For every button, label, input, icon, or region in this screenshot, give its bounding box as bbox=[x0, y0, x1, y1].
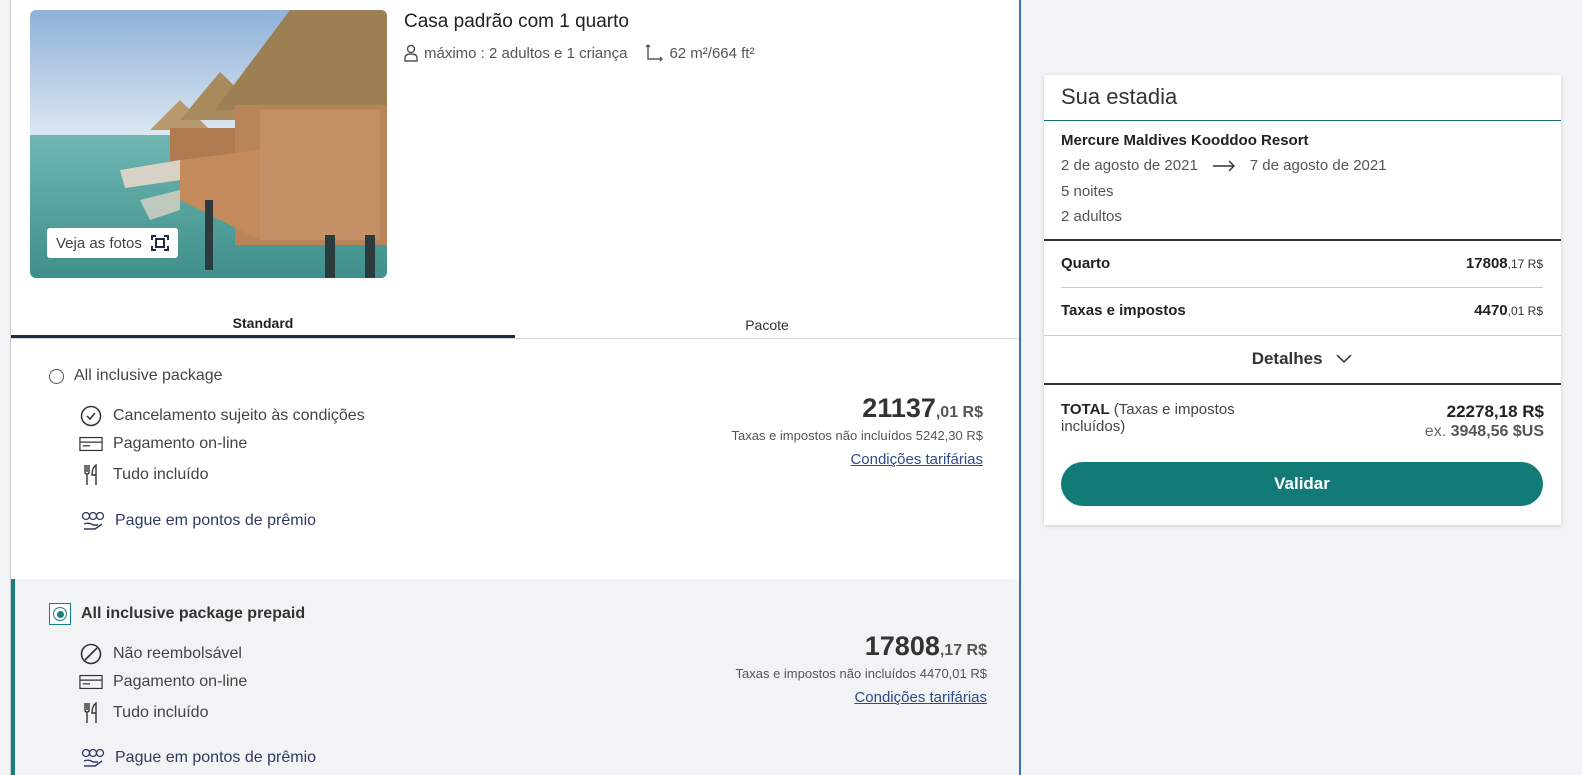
tab-standard[interactable]: Standard bbox=[11, 308, 515, 338]
price-amount: 17808 bbox=[864, 631, 940, 661]
details-label: Detalhes bbox=[1251, 349, 1323, 368]
room-price-row: Quarto 17808,17 R$ bbox=[1061, 255, 1543, 272]
validate-button[interactable]: Validar bbox=[1061, 462, 1543, 506]
room-photo[interactable]: Veja as fotos bbox=[30, 10, 387, 278]
fork-knife-icon bbox=[84, 464, 97, 485]
feature-item: Pagamento on-line bbox=[79, 673, 247, 691]
room-price-amount: 17808 bbox=[1465, 255, 1508, 272]
divider bbox=[1044, 335, 1561, 336]
rate-price: 17808,17 R$ Taxas e impostos não incluíd… bbox=[736, 631, 988, 706]
nights-count: 5 noites bbox=[1061, 183, 1114, 200]
check-in-date: 2 de agosto de 2021 bbox=[1061, 157, 1198, 174]
divider bbox=[1044, 120, 1561, 121]
reward-points-link[interactable]: Pague em pontos de prêmio bbox=[81, 748, 316, 768]
feature-label: Pagamento on-line bbox=[113, 435, 248, 452]
room-meta: máximo : 2 adultos e 1 criança 62 m²/664… bbox=[404, 44, 754, 62]
room-title: Casa padrão com 1 quarto bbox=[404, 11, 629, 32]
stay-title: Sua estadia bbox=[1061, 84, 1178, 109]
rate-header[interactable]: All inclusive package bbox=[49, 367, 223, 385]
rate-tabs: Standard Pacote bbox=[11, 308, 1019, 339]
rate-conditions-link[interactable]: Condições tarifárias bbox=[732, 451, 983, 468]
tax-note: Taxas e impostos não incluídos 4470,01 R… bbox=[735, 666, 988, 681]
feature-item: Não reembolsável bbox=[79, 643, 242, 665]
feature-item: Tudo incluído bbox=[79, 702, 208, 724]
total-label: TOTAL (Taxas e impostos incluídos) bbox=[1061, 401, 1261, 435]
credit-card-icon bbox=[79, 436, 103, 452]
gallery-icon bbox=[150, 235, 169, 251]
rate-radio-selected[interactable] bbox=[49, 603, 71, 625]
stay-summary: Sua estadia Mercure Maldives Kooddoo Res… bbox=[1044, 75, 1561, 525]
total-usd-amount: 3948,56 $US bbox=[1450, 423, 1544, 440]
price-cents: ,17 R$ bbox=[939, 642, 987, 659]
rate-option-selected: All inclusive package prepaid Não reembo… bbox=[11, 579, 1019, 775]
fork-knife-icon bbox=[84, 702, 97, 723]
view-photos-button[interactable]: Veja as fotos bbox=[47, 228, 178, 258]
reward-points-icon bbox=[81, 748, 105, 767]
feature-item: Pagamento on-line bbox=[79, 435, 247, 453]
guests-count: 2 adultos bbox=[1061, 208, 1122, 225]
total-usd-prefix: ex. bbox=[1424, 423, 1447, 440]
divider bbox=[1044, 383, 1561, 385]
room-panel: Veja as fotos Casa padrão com 1 quarto m… bbox=[10, 0, 1021, 775]
total-usd: ex. 3948,56 $US bbox=[1425, 423, 1544, 441]
rate-header[interactable]: All inclusive package prepaid bbox=[49, 603, 305, 625]
tax-amount: 4470 bbox=[1474, 302, 1508, 319]
stay-dates: 2 de agosto de 2021 7 de agosto de 2021 bbox=[1061, 157, 1387, 174]
total-amount: 22278,18 R$ bbox=[1446, 402, 1544, 421]
tax-cents: ,01 R$ bbox=[1507, 304, 1543, 318]
check-out-date: 7 de agosto de 2021 bbox=[1249, 157, 1387, 174]
price-amount: 21137 bbox=[862, 393, 936, 423]
room-size: 62 m²/664 ft² bbox=[669, 44, 755, 62]
total-title: TOTAL bbox=[1061, 401, 1110, 418]
rate-name: All inclusive package bbox=[74, 367, 223, 384]
divider bbox=[1044, 239, 1561, 241]
rate-radio[interactable] bbox=[49, 368, 64, 384]
room-size-icon bbox=[645, 44, 664, 62]
tax-note: Taxas e impostos não incluídos 5242,30 R… bbox=[731, 428, 984, 443]
feature-label: Tudo incluído bbox=[113, 704, 209, 721]
feature-item: Cancelamento sujeito às condições bbox=[79, 405, 365, 427]
room-price-label: Quarto bbox=[1061, 255, 1111, 272]
clock-icon bbox=[80, 405, 102, 427]
rate-name: All inclusive package prepaid bbox=[81, 605, 306, 622]
no-entry-icon bbox=[80, 643, 102, 665]
divider bbox=[1061, 287, 1543, 288]
feature-label: Cancelamento sujeito às condições bbox=[113, 407, 365, 424]
details-toggle[interactable]: Detalhes bbox=[1044, 349, 1561, 369]
hotel-name: Mercure Maldives Kooddoo Resort bbox=[1061, 132, 1309, 149]
view-photos-label: Veja as fotos bbox=[56, 234, 142, 252]
room-price-cents: ,17 R$ bbox=[1507, 257, 1543, 271]
feature-label: Tudo incluído bbox=[113, 466, 209, 483]
feature-label: Não reembolsável bbox=[113, 645, 242, 662]
reward-points-link[interactable]: Pague em pontos de prêmio bbox=[81, 511, 316, 531]
feature-item: Tudo incluído bbox=[79, 464, 208, 486]
rate-conditions-link[interactable]: Condições tarifárias bbox=[736, 689, 987, 706]
reward-points-icon bbox=[81, 511, 105, 530]
tab-package[interactable]: Pacote bbox=[515, 308, 1019, 338]
person-icon bbox=[404, 44, 418, 62]
credit-card-icon bbox=[79, 674, 103, 690]
tax-label: Taxas e impostos bbox=[1061, 302, 1186, 319]
room-capacity: máximo : 2 adultos e 1 criança bbox=[424, 44, 628, 62]
reward-points-label: Pague em pontos de prêmio bbox=[115, 749, 317, 766]
reward-points-label: Pague em pontos de prêmio bbox=[115, 512, 317, 529]
tax-row: Taxas e impostos 4470,01 R$ bbox=[1061, 302, 1543, 319]
feature-label: Pagamento on-line bbox=[113, 673, 248, 690]
rate-option: All inclusive package Cancelamento sujei… bbox=[11, 339, 1019, 579]
arrow-right-icon bbox=[1212, 160, 1235, 171]
rate-price: 21137,01 R$ Taxas e impostos não incluíd… bbox=[732, 393, 984, 468]
price-cents: ,01 R$ bbox=[935, 404, 983, 421]
chevron-down-icon bbox=[1336, 354, 1352, 364]
